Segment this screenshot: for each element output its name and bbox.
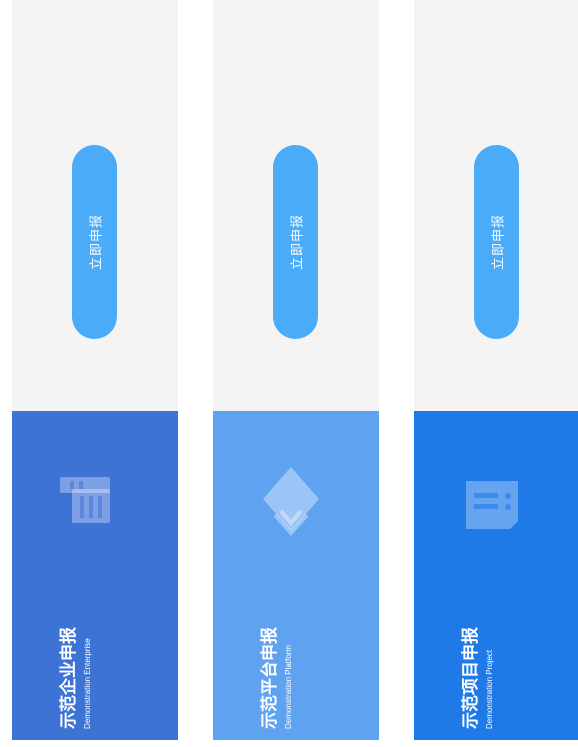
card-enterprise-subtitle: Demonstration Enterprise	[83, 638, 92, 729]
card-enterprise-bottom: 示范企业申报 Demonstration Enterprise	[12, 411, 178, 740]
card-enterprise-top: 立即申报	[12, 0, 178, 411]
document-icon	[452, 461, 532, 541]
card-platform-top: 立即申报	[213, 0, 379, 411]
card-platform-title-block: 示范平台申报 Demonstration Platform	[223, 611, 333, 729]
card-project-subtitle: Demonstration Project	[485, 649, 494, 729]
apply-project-button[interactable]: 立即申报	[474, 145, 519, 339]
card-project-bottom: 示范项目申报 Demonstration Project	[414, 411, 578, 740]
building-icon	[50, 461, 130, 541]
card-platform: 立即申报 示范平台申报 Demonstration Platform	[213, 0, 379, 740]
apply-platform-button[interactable]: 立即申报	[273, 145, 318, 339]
layers-icon	[251, 461, 331, 541]
card-project: 立即申报 示范项目申报 Demonstration Project	[414, 0, 578, 740]
apply-platform-label: 立即申报	[289, 213, 304, 271]
card-enterprise: 立即申报 示范企业申报 Demonstration Enterprise	[12, 0, 178, 740]
card-enterprise-title: 示范企业申报	[59, 627, 78, 729]
apply-project-label: 立即申报	[490, 213, 505, 271]
card-project-title-block: 示范项目申报 Demonstration Project	[424, 611, 534, 729]
card-platform-bottom: 示范平台申报 Demonstration Platform	[213, 411, 379, 740]
apply-enterprise-label: 立即申报	[88, 213, 103, 271]
card-platform-title: 示范平台申报	[260, 627, 279, 729]
apply-enterprise-button[interactable]: 立即申报	[72, 145, 117, 339]
card-project-top: 立即申报	[414, 0, 578, 411]
declaration-page: 立即申报 示范企业申报 Demonstration Enterprise 立即申…	[0, 0, 578, 747]
card-platform-subtitle: Demonstration Platform	[284, 644, 293, 729]
card-project-title: 示范项目申报	[461, 627, 480, 729]
card-enterprise-title-block: 示范企业申报 Demonstration Enterprise	[22, 611, 132, 729]
